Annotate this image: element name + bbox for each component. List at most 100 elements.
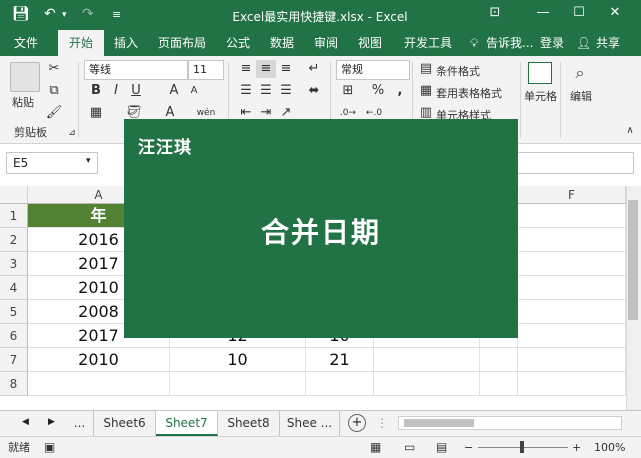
row-header-7[interactable]: 7 [0,348,28,372]
share-button[interactable]: 共享 [588,30,628,56]
close-icon[interactable]: ✕ [600,5,630,25]
row-header-6[interactable]: 6 [0,324,28,348]
tab-splitter-icon[interactable]: ⋮ [376,416,388,430]
customize-icon[interactable]: ≡ [112,8,121,21]
tab-file[interactable]: 文件 [6,30,46,56]
minimize-icon[interactable]: — [528,5,558,25]
cell-e8[interactable] [480,372,518,396]
sheet-tab-more-right[interactable]: Shee ... [280,411,340,436]
table-format-button[interactable]: 套用表格格式 [436,85,502,101]
sheet-tab-more-left[interactable]: ... [66,411,94,436]
format-painter-icon[interactable]: 🖌︎ [44,104,64,122]
table-format-icon[interactable]: ▦ [416,82,436,100]
borders-icon[interactable]: ▦ [86,104,106,122]
zoom-in-icon[interactable]: + [572,437,581,458]
page-break-view-icon[interactable]: ▤ [436,437,447,458]
row-header-4[interactable]: 4 [0,276,28,300]
row-header-8[interactable]: 8 [0,372,28,396]
align-center-icon[interactable]: ☰ [256,82,276,100]
vertical-scroll-thumb[interactable] [628,200,638,320]
cell-f1[interactable] [518,204,626,228]
sheet-tab-sheet8[interactable]: Sheet8 [218,411,280,436]
scroll-left-icon[interactable]: ◀ [22,417,29,427]
undo-icon[interactable]: ↶ [44,6,56,22]
font-shrink-button[interactable]: A [184,82,204,100]
cell-b8[interactable] [170,372,306,396]
row-header-3[interactable]: 3 [0,252,28,276]
merge-center-icon[interactable]: ⬌ [304,82,324,100]
bold-button[interactable]: B [86,82,106,100]
font-size-box[interactable]: 11 [188,60,224,80]
save-icon[interactable]: 💾︎ [12,6,30,22]
cell-e7[interactable] [480,348,518,372]
maximize-icon[interactable]: ☐ [564,5,594,25]
ribbon-display-icon[interactable]: ⊡ [480,5,510,25]
zoom-out-icon[interactable]: − [464,437,473,458]
cell-f8[interactable] [518,372,626,396]
percent-button[interactable]: % [368,82,388,100]
tab-insert[interactable]: 插入 [106,30,146,56]
undo-dropdown-icon[interactable]: ▾ [62,10,67,20]
align-top-icon[interactable]: ≡ [236,60,256,78]
cut-icon[interactable]: ✂ [44,60,64,78]
cell-a8[interactable] [28,372,170,396]
row-header-5[interactable]: 5 [0,300,28,324]
font-name-box[interactable]: 等线 [84,60,188,80]
cells-icon[interactable] [528,62,552,84]
redo-icon[interactable]: ↷ [82,6,94,22]
name-box[interactable]: E5 [6,152,98,174]
cell-f5[interactable] [518,300,626,324]
align-bottom-icon[interactable]: ≡ [276,60,296,78]
align-middle-icon[interactable]: ≡ [256,60,276,78]
cell-c8[interactable] [306,372,374,396]
cell-f7[interactable] [518,348,626,372]
tab-view[interactable]: 视图 [350,30,390,56]
row-header-1[interactable]: 1 [0,204,28,228]
collapse-ribbon-icon[interactable]: ∧ [620,122,640,140]
editing-button[interactable]: 编辑 [570,88,592,104]
tab-formulas[interactable]: 公式 [218,30,258,56]
number-format-box[interactable]: 常规 [336,60,410,80]
sheet-tab-sheet6[interactable]: Sheet6 [94,411,156,436]
conditional-format-button[interactable]: 条件格式 [436,63,480,79]
cell-f2[interactable] [518,228,626,252]
tab-review[interactable]: 审阅 [306,30,346,56]
sheet-tab-sheet7[interactable]: Sheet7 [156,411,218,436]
cell-d8[interactable] [374,372,480,396]
cell-f3[interactable] [518,252,626,276]
scroll-right-icon[interactable]: ▶ [48,417,55,427]
macro-record-icon[interactable]: ▣ [44,437,55,458]
page-layout-view-icon[interactable]: ▭ [404,437,415,458]
paste-label[interactable]: 粘贴 [12,94,34,110]
column-header-f[interactable]: F [518,186,626,204]
cell-a7[interactable]: 2010 [28,348,170,372]
tab-data[interactable]: 数据 [262,30,302,56]
font-grow-button[interactable]: A [164,82,184,100]
wrap-text-icon[interactable]: ↵ [304,60,324,78]
sign-in-link[interactable]: 登录 [532,30,572,56]
align-left-icon[interactable]: ☰ [236,82,256,100]
search-icon[interactable]: ⌕ [570,64,590,82]
tab-developer[interactable]: 开发工具 [396,30,460,56]
name-box-dropdown-icon[interactable]: ▾ [86,156,91,166]
italic-button[interactable]: I [106,82,126,100]
zoom-level[interactable]: 100% [594,437,625,458]
conditional-format-icon[interactable]: ▤ [416,60,436,78]
dialog-launcher-icon[interactable]: ⊿ [62,124,82,142]
add-sheet-icon[interactable]: + [348,414,366,432]
comma-button[interactable]: , [390,82,410,100]
horizontal-scroll-thumb[interactable] [404,419,474,427]
select-all-corner[interactable] [0,186,28,204]
cell-d7[interactable] [374,348,480,372]
cell-b7[interactable]: 10 [170,348,306,372]
clipboard-icon[interactable] [10,62,40,92]
row-header-2[interactable]: 2 [0,228,28,252]
cells-button[interactable]: 单元格 [524,88,557,104]
underline-button[interactable]: U [126,82,146,100]
cell-f4[interactable] [518,276,626,300]
align-right-icon[interactable]: ☰ [276,82,296,100]
copy-icon[interactable]: ⧉ [44,82,64,100]
normal-view-icon[interactable]: ▦ [370,437,381,458]
accounting-format-icon[interactable]: ⊞ [338,82,358,100]
tab-home[interactable]: 开始 [58,30,104,56]
